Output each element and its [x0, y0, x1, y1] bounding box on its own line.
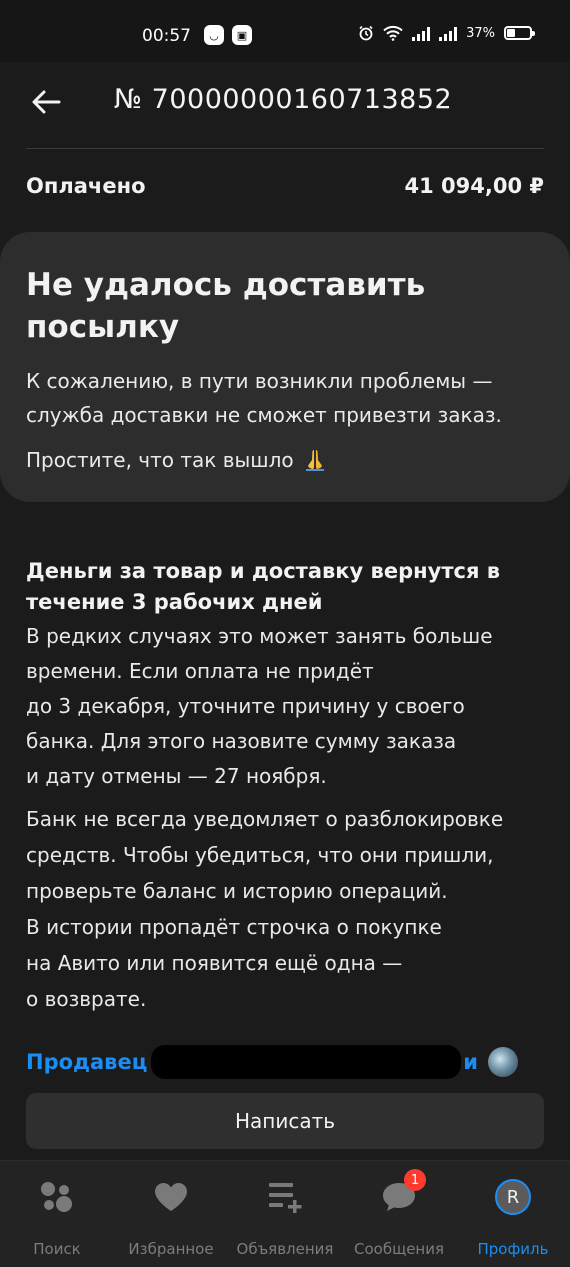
profile-avatar-wrap: R	[493, 1177, 533, 1217]
nav-listings-label: Объявления	[236, 1240, 334, 1258]
bank-info-line: проверьте баланс и историю операций.	[26, 879, 448, 903]
app-notification-icon: ▣	[232, 25, 252, 45]
seller-avatar[interactable]	[487, 1047, 518, 1077]
status-time: 00:57	[142, 26, 191, 46]
battery-icon	[504, 26, 535, 40]
status-bar: 00:57 ◡ ▣ 37%	[0, 0, 570, 62]
arrow-left-icon	[32, 90, 61, 114]
order-number-title: № 70000000160713852	[114, 84, 453, 115]
listings-add-icon	[265, 1177, 305, 1217]
heart-icon	[151, 1177, 191, 1217]
bottom-navigation: Поиск Избранное Объявления 1 Сообщения R…	[0, 1160, 570, 1267]
notice-apology-text: Простите, что так вышло	[26, 448, 294, 472]
notice-title: Не удалось доставить посылку	[26, 267, 426, 345]
payment-amount: 41 094,00 ₽	[404, 174, 545, 198]
payment-status-label: Оплачено	[26, 174, 146, 198]
header-divider	[26, 148, 544, 149]
notification-icons: ◡ ▣	[204, 25, 252, 45]
alarm-icon	[359, 25, 373, 41]
delivery-failed-card: Не удалось доставить посылку К сожалению…	[0, 232, 570, 502]
nav-listings[interactable]: Объявления	[228, 1161, 342, 1267]
refund-line: банка. Для этого назовите сумму заказа	[26, 729, 457, 753]
bank-info-line: Банк не всегда уведомляет о разблокировк…	[26, 807, 504, 831]
payment-row: Оплачено 41 094,00 ₽	[26, 174, 544, 208]
refund-line: до 3 декабря, уточните причину у своего	[26, 694, 465, 718]
refund-text: В редких случаях это может занять больше…	[26, 619, 556, 794]
bank-info-text: Банк не всегда уведомляет о разблокировк…	[26, 801, 556, 1017]
nav-profile-label: Профиль	[477, 1240, 549, 1258]
notice-apology: Простите, что так вышло	[26, 443, 328, 477]
refund-line: времени. Если оплата не придёт	[26, 659, 374, 683]
back-button[interactable]	[26, 82, 66, 122]
bank-info-line: о возврате.	[26, 987, 147, 1011]
messages-badge: 1	[404, 1169, 426, 1191]
nav-profile[interactable]: R Профиль	[456, 1161, 570, 1267]
bank-info-line: на Авито или появится ещё одна —	[26, 951, 403, 975]
seller-label: Продавец	[26, 1050, 148, 1074]
seller-link[interactable]: Продавец и	[26, 1044, 546, 1080]
seller-name-redacted	[151, 1045, 462, 1079]
battery-percent: 37%	[466, 25, 495, 41]
notice-line: служба доставки не сможет привезти заказ…	[26, 403, 502, 427]
write-message-button[interactable]: Написать	[26, 1093, 544, 1149]
praying-hands-icon	[305, 450, 324, 471]
search-dots-icon	[37, 1177, 77, 1217]
nav-messages[interactable]: 1 Сообщения	[342, 1161, 456, 1267]
app-notification-icon: ◡	[204, 25, 224, 45]
nav-favorites[interactable]: Избранное	[114, 1161, 228, 1267]
bank-info-line: В истории пропадёт строчка о покупке	[26, 915, 442, 939]
header: № 70000000160713852	[0, 62, 570, 148]
status-indicators: 37%	[358, 25, 535, 41]
nav-favorites-label: Избранное	[128, 1240, 214, 1258]
notice-line: К сожалению, в пути возникли проблемы —	[26, 369, 493, 393]
signal-icon	[412, 25, 431, 41]
battery-fill	[507, 29, 515, 37]
bank-info-line: средств. Чтобы убедиться, что они пришли…	[26, 843, 494, 867]
refund-title: Деньги за товар и доставку вернутся в те…	[26, 559, 501, 614]
nav-messages-label: Сообщения	[353, 1240, 444, 1258]
signal-icon	[439, 25, 458, 41]
nav-search-label: Поиск	[33, 1240, 81, 1258]
refund-line: В редких случаях это может занять больше	[26, 624, 493, 648]
notice-text: К сожалению, в пути возникли проблемы — …	[26, 364, 546, 432]
avatar: R	[495, 1179, 531, 1215]
wifi-icon	[383, 25, 403, 41]
refund-line: и дату отмены — 27 ноября.	[26, 764, 327, 788]
seller-name-suffix: и	[463, 1050, 478, 1074]
nav-search[interactable]: Поиск	[0, 1161, 114, 1267]
